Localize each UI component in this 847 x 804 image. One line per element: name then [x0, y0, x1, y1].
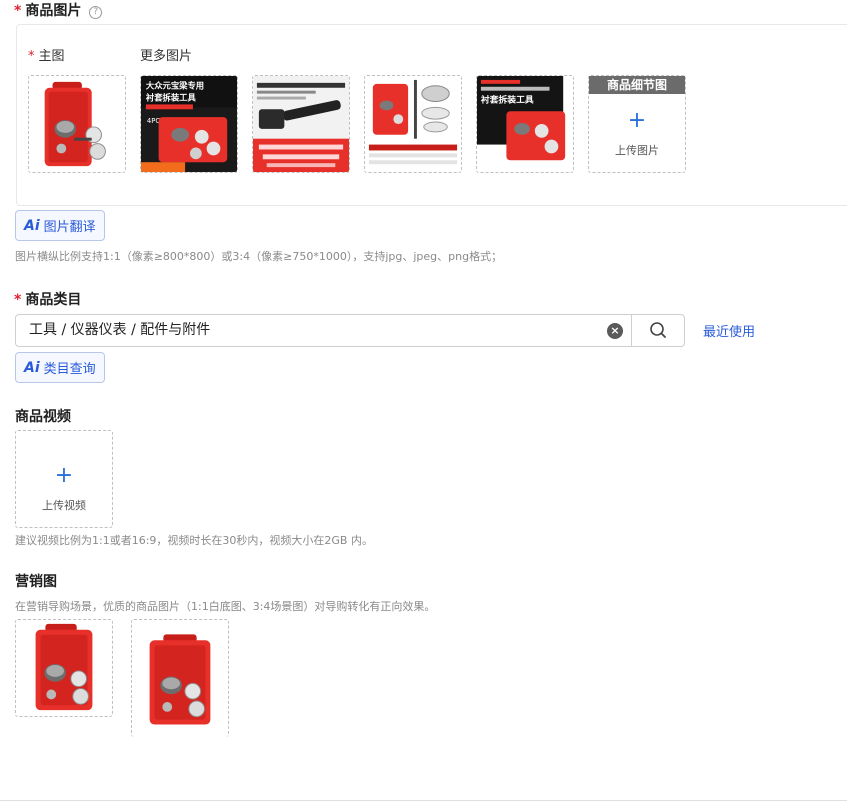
- plus-icon: +: [54, 463, 74, 488]
- video-title: 商品视频: [15, 409, 71, 425]
- toolkit-photo-2: 大众元宝梁专用 衬套拆装工具 4PC: [141, 76, 237, 172]
- required-mark: *: [14, 3, 22, 19]
- toolkit-photo-scene: [132, 620, 228, 737]
- toolkit-photo-3: [253, 76, 349, 172]
- marketing-image-square[interactable]: [15, 619, 113, 717]
- more-images-label: 更多图片: [140, 49, 193, 64]
- more-image-thumb-2[interactable]: [252, 75, 350, 173]
- ai-category-lookup-button[interactable]: Ai 类目查询: [15, 352, 105, 383]
- detail-image-upload[interactable]: 商品细节图 + 上传图片: [588, 75, 686, 173]
- question-circle-icon[interactable]: ?: [89, 6, 103, 19]
- main-image-label: * 主图: [28, 49, 65, 64]
- thumb2-line2: 衬套拆装工具: [146, 92, 197, 102]
- video-hint: 建议视频比例为1:1或者16:9，视频时长在30秒内，视频大小在2GB 内。: [15, 534, 373, 547]
- toolkit-photo-4: [365, 76, 461, 172]
- detail-image-banner: 商品细节图: [589, 76, 685, 94]
- marketing-title: 营销图: [15, 574, 57, 590]
- marketing-hint: 在营销导购场景，优质的商品图片（1:1白底图、3:4场景图）对导购转化有正向效果…: [15, 600, 436, 613]
- image-format-hint: 图片横纵比例支持1:1（像素≥800*800）或3:4（像素≥750*1000）…: [15, 250, 503, 263]
- ai-category-lookup-label: 类目查询: [43, 362, 96, 377]
- clear-icon[interactable]: ×: [607, 323, 623, 339]
- thumb5-line1: 衬套拆装工具: [481, 93, 534, 105]
- product-images-title: * 商品图片 ?: [14, 0, 103, 20]
- ai-image-translate-label: 图片翻译: [43, 220, 96, 235]
- video-upload[interactable]: + 上传视频: [15, 430, 113, 528]
- ai-icon: Ai: [24, 217, 40, 234]
- toolkit-photo-5: 衬套拆装工具: [477, 76, 573, 172]
- thumb2-badge: 4PC: [147, 117, 160, 125]
- search-icon: [650, 322, 666, 338]
- upload-video-label: 上传视频: [42, 499, 86, 512]
- category-value: 工具 / 仪器仪表 / 配件与附件: [29, 322, 211, 338]
- recent-used-link[interactable]: 最近使用: [703, 321, 755, 340]
- more-image-thumb-4[interactable]: 衬套拆装工具: [476, 75, 574, 173]
- category-input[interactable]: 工具 / 仪器仪表 / 配件与附件 ×: [15, 314, 632, 347]
- category-search-button[interactable]: [631, 314, 685, 347]
- required-mark: *: [14, 292, 22, 308]
- bottom-divider: [0, 800, 847, 801]
- ai-icon: Ai: [24, 359, 40, 376]
- toolkit-photo-white-bg: [16, 620, 112, 716]
- category-title: * 商品类目: [14, 289, 81, 309]
- product-images-title-text: 商品图片: [25, 3, 82, 19]
- main-image-thumb[interactable]: [28, 75, 126, 173]
- more-image-thumb-1[interactable]: 大众元宝梁专用 衬套拆装工具 4PC: [140, 75, 238, 173]
- category-title-text: 商品类目: [25, 292, 82, 308]
- toolkit-photo-1: [29, 76, 125, 172]
- plus-icon: +: [627, 108, 647, 133]
- ai-image-translate-button[interactable]: Ai 图片翻译: [15, 210, 105, 241]
- upload-image-label: 上传图片: [615, 144, 659, 157]
- marketing-image-portrait[interactable]: [131, 619, 229, 737]
- thumb2-line1: 大众元宝梁专用: [146, 81, 204, 91]
- more-image-thumb-3[interactable]: [364, 75, 462, 173]
